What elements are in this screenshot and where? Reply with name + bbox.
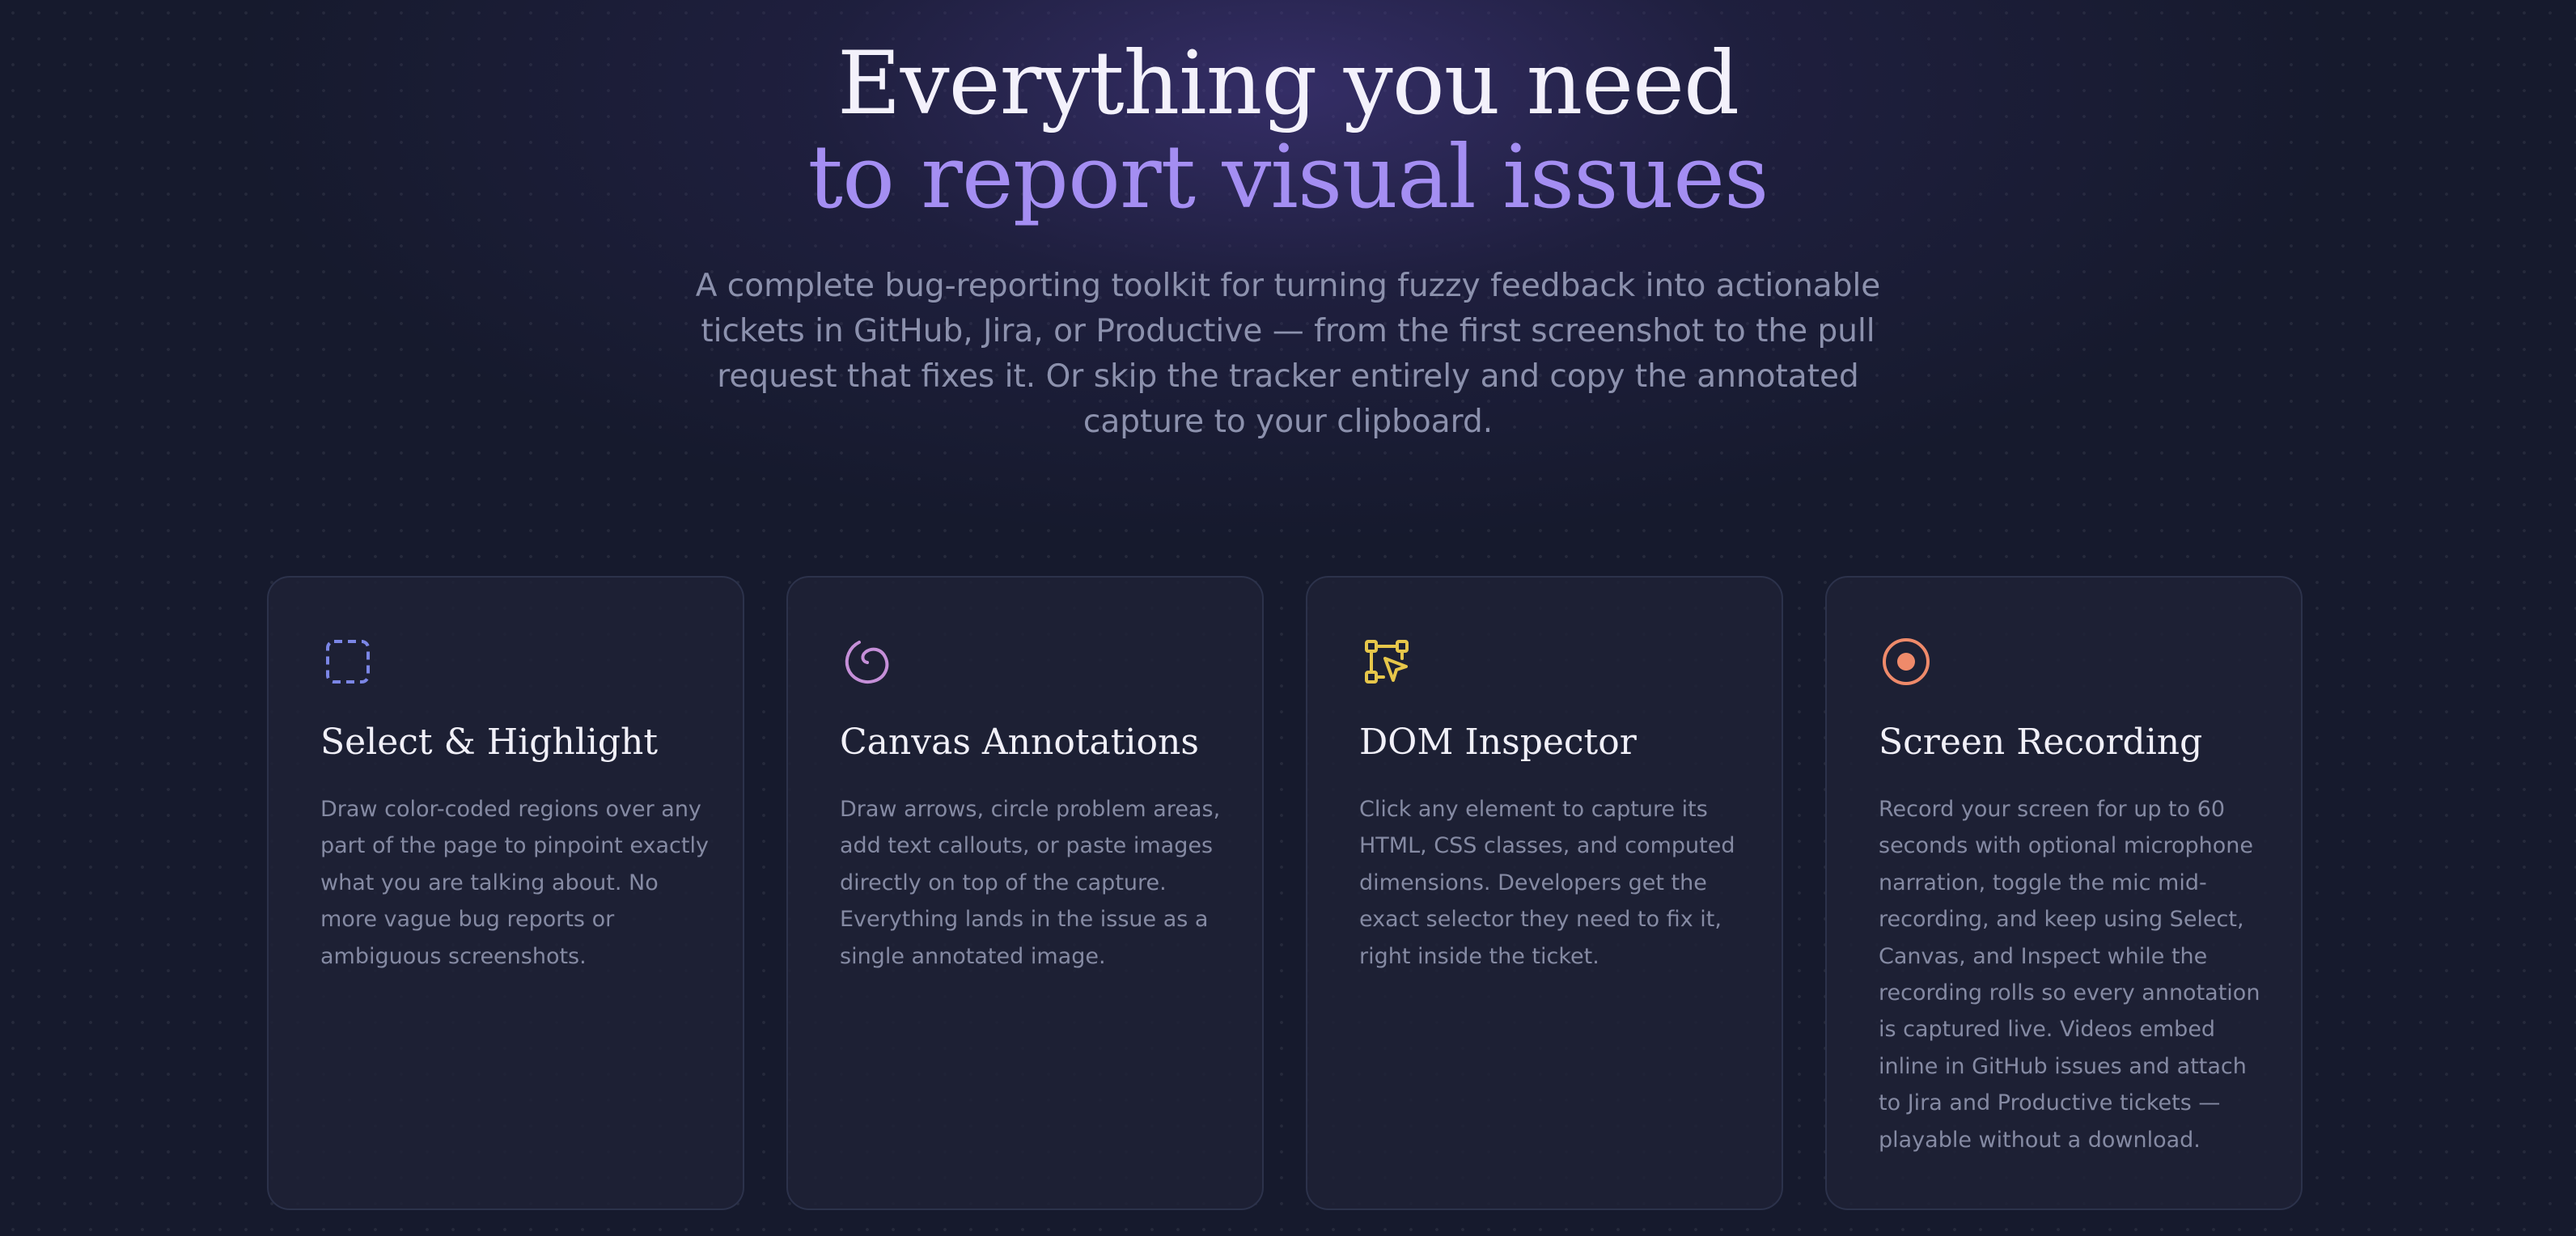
feature-title: Select & Highlight <box>320 722 659 763</box>
record-icon <box>1880 636 1932 688</box>
section-headline-accent: to report visual issues <box>807 127 1769 228</box>
feature-card-select-highlight: Select & Highlight Draw color-coded regi… <box>267 576 744 1210</box>
circle-arrow-icon <box>841 636 893 688</box>
feature-description: Draw color-coded regions over any part o… <box>320 797 709 969</box>
section-subtitle: A complete bug-reporting toolkit for tur… <box>695 268 1881 440</box>
feature-card-dom-inspector: DOM Inspector Click any element to captu… <box>1306 576 1783 1210</box>
feature-description: Record your screen for up to 60 seconds … <box>1879 797 2260 1153</box>
feature-title: DOM Inspector <box>1359 722 1637 763</box>
feature-card-screen-recording: Screen Recording Record your screen for … <box>1825 576 2303 1210</box>
feature-cards: Select & Highlight Draw color-coded regi… <box>267 576 2306 1212</box>
feature-title: Canvas Annotations <box>840 722 1199 763</box>
dashed-square-icon <box>322 636 374 688</box>
feature-title: Screen Recording <box>1879 722 2203 763</box>
features-section: Everything you need to report visual iss… <box>0 0 2576 1236</box>
feature-description: Draw arrows, circle problem areas, add t… <box>840 797 1221 969</box>
element-cursor-icon <box>1361 636 1413 688</box>
feature-card-canvas-annotations: Canvas Annotations Draw arrows, circle p… <box>786 576 1264 1210</box>
section-headline: Everything you need <box>837 33 1739 134</box>
feature-description: Click any element to capture its HTML, C… <box>1359 797 1735 969</box>
